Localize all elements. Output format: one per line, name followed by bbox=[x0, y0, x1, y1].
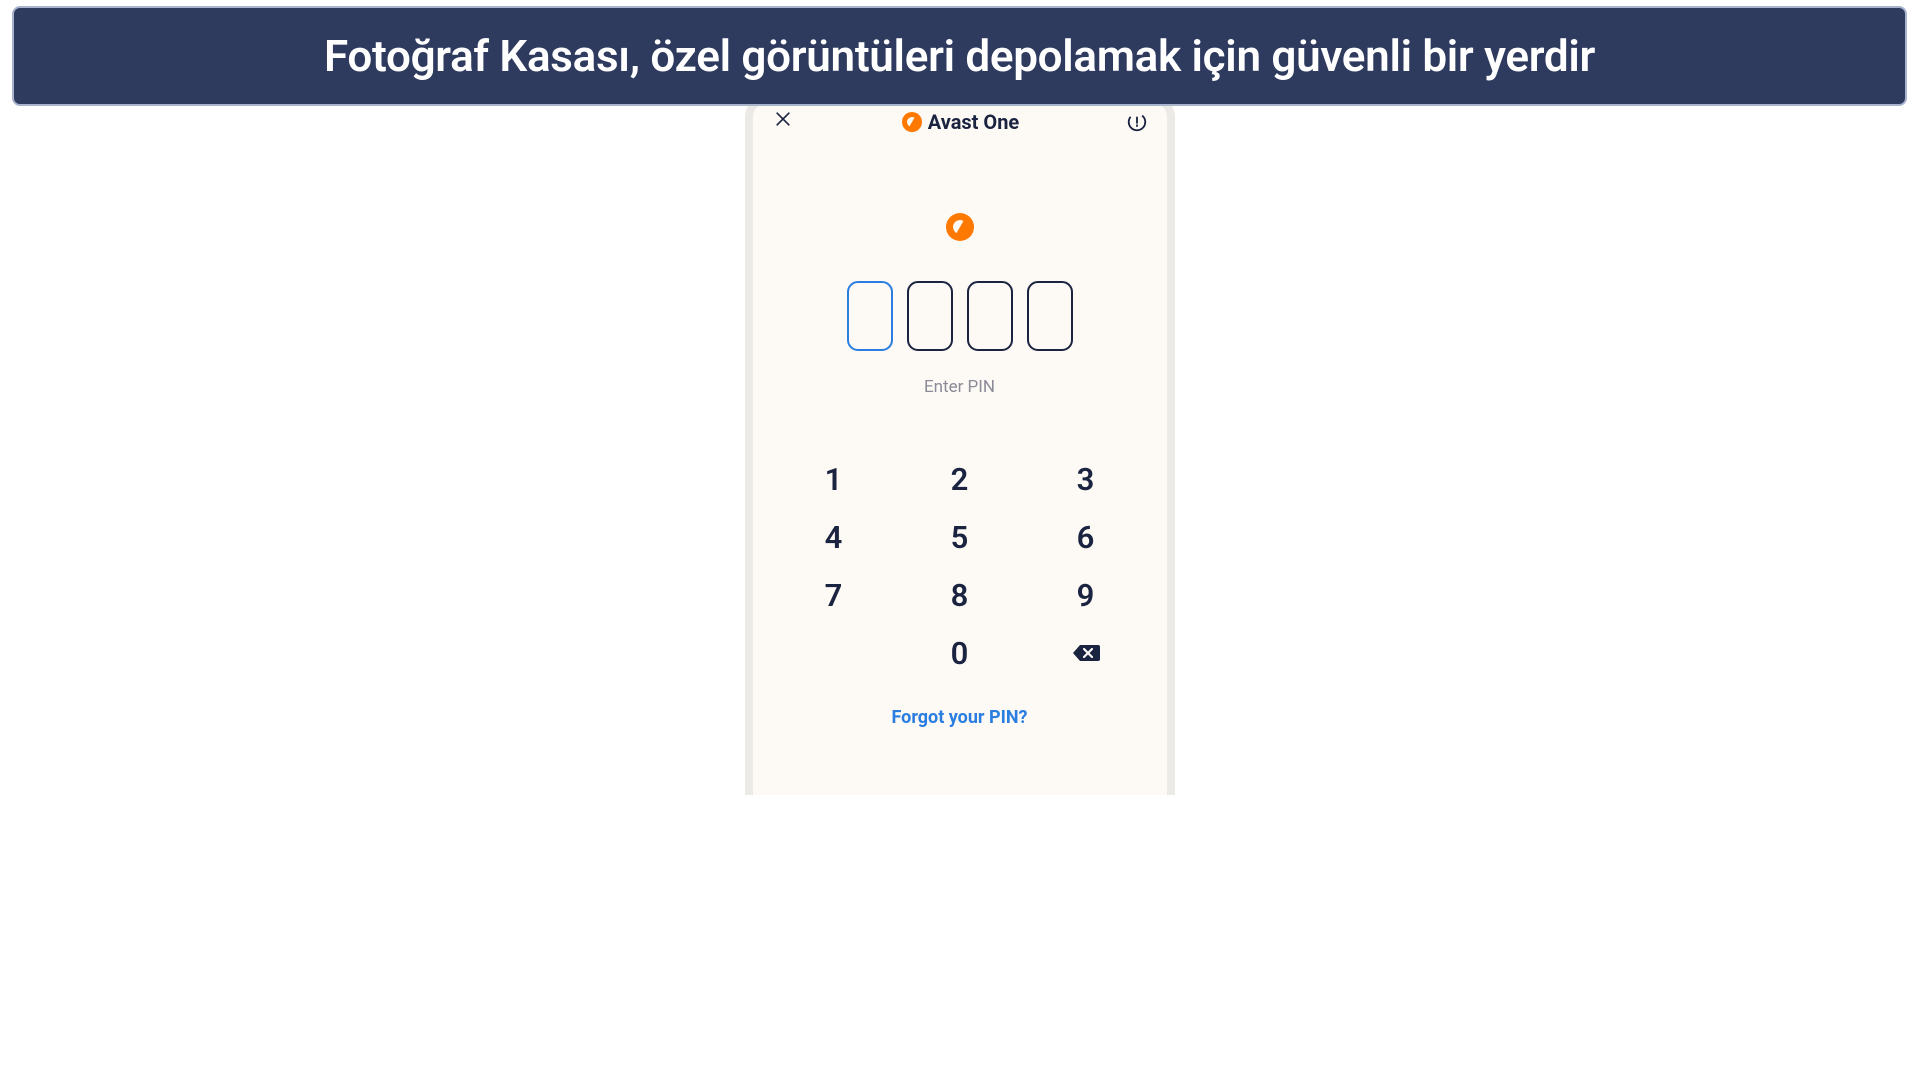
keypad-key-8[interactable]: 8 bbox=[935, 573, 985, 617]
app-title-wrap: Avast One bbox=[902, 110, 1019, 134]
avast-center-logo-icon bbox=[946, 213, 974, 241]
keypad-key-6[interactable]: 6 bbox=[1061, 515, 1111, 559]
close-icon bbox=[773, 109, 793, 129]
keypad: 1 2 3 4 5 6 7 8 9 0 bbox=[753, 457, 1167, 675]
keypad-key-7[interactable]: 7 bbox=[809, 573, 859, 617]
keypad-key-backspace[interactable] bbox=[1061, 631, 1111, 675]
keypad-row: 7 8 9 bbox=[809, 573, 1111, 617]
pin-box-1[interactable] bbox=[847, 281, 893, 351]
backspace-icon bbox=[1072, 643, 1100, 663]
keypad-key-3[interactable]: 3 bbox=[1061, 457, 1111, 501]
app-title: Avast One bbox=[928, 110, 1019, 134]
center-logo-wrap bbox=[753, 213, 1167, 241]
keypad-key-0[interactable]: 0 bbox=[935, 631, 985, 675]
info-banner: Fotoğraf Kasası, özel görüntüleri depola… bbox=[12, 6, 1907, 106]
close-button[interactable] bbox=[771, 109, 795, 135]
keypad-row: 1 2 3 bbox=[809, 457, 1111, 501]
subscribe-button[interactable] bbox=[1126, 111, 1148, 133]
keypad-key-9[interactable]: 9 bbox=[1061, 573, 1111, 617]
forgot-pin-link[interactable]: Forgot your PIN? bbox=[753, 707, 1167, 728]
pin-input-group bbox=[753, 281, 1167, 351]
keypad-row: 4 5 6 bbox=[809, 515, 1111, 559]
keypad-row: 0 bbox=[809, 631, 1111, 675]
keypad-key-2[interactable]: 2 bbox=[935, 457, 985, 501]
pin-prompt: Enter PIN bbox=[753, 377, 1167, 397]
banner-text: Fotoğraf Kasası, özel görüntüleri depola… bbox=[324, 30, 1595, 82]
app-header: Avast One bbox=[753, 103, 1167, 145]
avast-logo-icon bbox=[902, 112, 922, 132]
phone-frame: Avast One Enter PIN 1 2 3 4 5 6 7 bbox=[745, 95, 1175, 795]
pin-box-4[interactable] bbox=[1027, 281, 1073, 351]
pin-box-2[interactable] bbox=[907, 281, 953, 351]
subscribe-icon bbox=[1126, 111, 1148, 133]
keypad-key-1[interactable]: 1 bbox=[809, 457, 859, 501]
keypad-key-5[interactable]: 5 bbox=[935, 515, 985, 559]
pin-box-3[interactable] bbox=[967, 281, 1013, 351]
keypad-key-4[interactable]: 4 bbox=[809, 515, 859, 559]
